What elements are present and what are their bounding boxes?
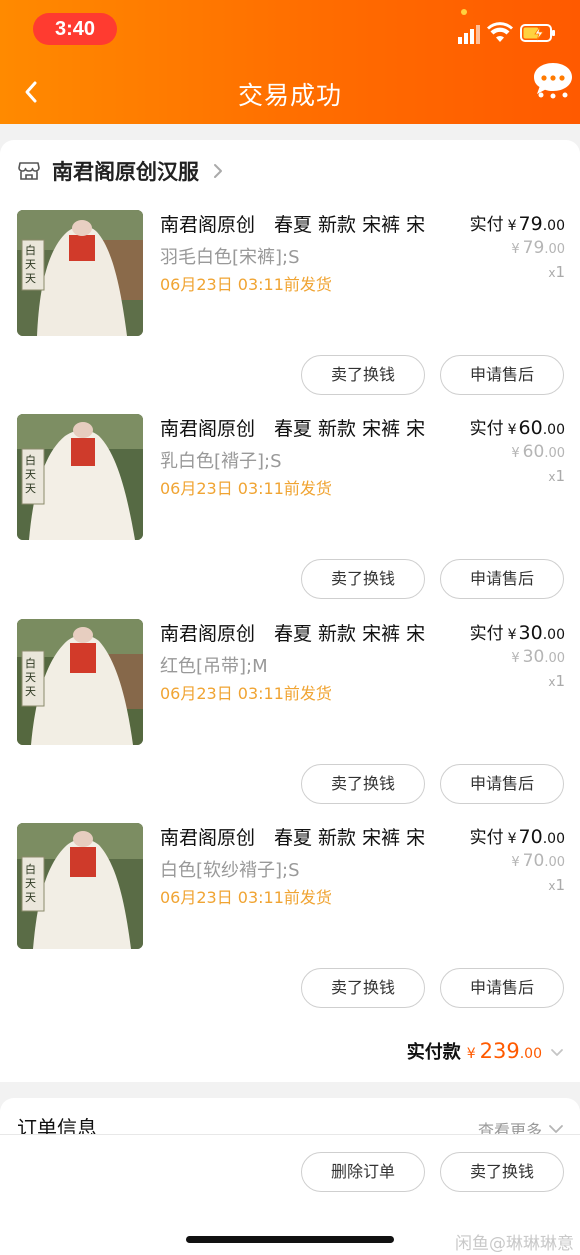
chevron-right-icon (214, 164, 222, 178)
total-label: 实付款 (406, 1042, 461, 1063)
thumbnail-stamp: 白天天 (25, 657, 36, 698)
header: 3:40 交易成功 (0, 0, 580, 124)
original-price: ¥70.00 (511, 851, 565, 871)
product-spec: 羽毛白色[宋裤];S (160, 247, 300, 268)
page-title: 交易成功 (237, 81, 342, 110)
status-time: 3:40 (33, 13, 117, 45)
quantity: x1 (548, 263, 565, 281)
thumbnail-stamp: 白天天 (25, 454, 36, 495)
product-spec: 乳白色[褙子];S (160, 451, 282, 472)
after-sales-button[interactable]: 申请售后 (440, 764, 564, 804)
after-sales-button[interactable]: 申请售后 (440, 355, 564, 395)
shop-name[interactable]: 南君阁原创汉服 (52, 156, 199, 186)
original-price: ¥60.00 (511, 442, 565, 462)
message-icon[interactable] (532, 61, 574, 99)
paid-price: 实付 ¥79.00 (469, 213, 565, 235)
product-title[interactable]: 南君阁原创 春夏 新款 宋裤 宋 (160, 619, 440, 646)
order-info-section: 订单信息 查看更多 (0, 1098, 580, 1138)
sell-button[interactable]: 卖了换钱 (301, 764, 425, 804)
product-thumbnail[interactable]: 白天天 (17, 210, 143, 336)
quantity: x1 (548, 876, 565, 894)
paid-price: 实付 ¥70.00 (469, 826, 565, 848)
product-title[interactable]: 南君阁原创 春夏 新款 宋裤 宋 (160, 210, 440, 237)
order-item: 白天天 南君阁原创 春夏 新款 宋裤 宋 羽毛白色[宋裤];S 06月23日 0… (0, 210, 580, 414)
product-thumbnail[interactable]: 白天天 (17, 823, 143, 949)
battery-icon (520, 24, 555, 42)
product-thumbnail[interactable]: 白天天 (17, 619, 143, 745)
shop-row[interactable]: 南君阁原创汉服 (18, 156, 225, 186)
product-title[interactable]: 南君阁原创 春夏 新款 宋裤 宋 (160, 414, 440, 441)
sell-button[interactable]: 卖了换钱 (301, 355, 425, 395)
original-price: ¥79.00 (511, 238, 565, 258)
quantity: x1 (548, 672, 565, 690)
shop-icon (18, 162, 40, 180)
ship-deadline: 06月23日 03:11前发货 (160, 888, 332, 907)
signal-icon (458, 25, 480, 44)
sell-button[interactable]: 卖了换钱 (301, 968, 425, 1008)
ship-deadline: 06月23日 03:11前发货 (160, 479, 332, 498)
order-item: 白天天 南君阁原创 春夏 新款 宋裤 宋 乳白色[褙子];S 06月23日 03… (0, 414, 580, 618)
total-currency: ¥ (466, 1046, 476, 1062)
watermark: 闲鱼@琳琳琳意 (455, 1234, 574, 1254)
after-sales-button[interactable]: 申请售后 (440, 968, 564, 1008)
ship-deadline: 06月23日 03:11前发货 (160, 684, 332, 703)
delete-order-button[interactable]: 删除订单 (301, 1152, 425, 1192)
sell-button[interactable]: 卖了换钱 (301, 559, 425, 599)
order-card: 南君阁原创汉服 白天天 南君阁原创 春夏 新款 宋裤 宋 羽毛白色[宋裤];S … (0, 140, 580, 1082)
after-sales-button[interactable]: 申请售后 (440, 559, 564, 599)
product-thumbnail[interactable]: 白天天 (17, 414, 143, 540)
paid-price: 实付 ¥30.00 (469, 622, 565, 644)
chevron-down-icon (551, 1049, 563, 1056)
privacy-dot (461, 9, 467, 15)
original-price: ¥30.00 (511, 647, 565, 667)
sell-button[interactable]: 卖了换钱 (440, 1152, 564, 1192)
wifi-icon (487, 22, 513, 42)
total-row[interactable]: 实付款 ¥ 239 .00 (407, 1038, 564, 1064)
order-item: 白天天 南君阁原创 春夏 新款 宋裤 宋 白色[软纱褙子];S 06月23日 0… (0, 823, 580, 1027)
product-spec: 白色[软纱褙子];S (160, 860, 300, 881)
total-amount: 239 (479, 1039, 520, 1063)
ship-deadline: 06月23日 03:11前发货 (160, 275, 332, 294)
total-decimal: .00 (519, 1046, 542, 1062)
bottom-action-bar: 删除订单 卖了换钱 闲鱼@琳琳琳意 (0, 1134, 580, 1255)
quantity: x1 (548, 467, 565, 485)
paid-price: 实付 ¥60.00 (469, 417, 565, 439)
home-indicator[interactable] (186, 1236, 394, 1243)
thumbnail-stamp: 白天天 (25, 244, 36, 285)
nav-bar: 交易成功 (0, 60, 580, 124)
status-bar: 3:40 (0, 0, 580, 60)
product-title[interactable]: 南君阁原创 春夏 新款 宋裤 宋 (160, 823, 440, 850)
product-spec: 红色[吊带];M (160, 656, 268, 677)
order-item: 白天天 南君阁原创 春夏 新款 宋裤 宋 红色[吊带];M 06月23日 03:… (0, 619, 580, 823)
thumbnail-stamp: 白天天 (25, 863, 36, 904)
chevron-down-icon (549, 1125, 563, 1133)
